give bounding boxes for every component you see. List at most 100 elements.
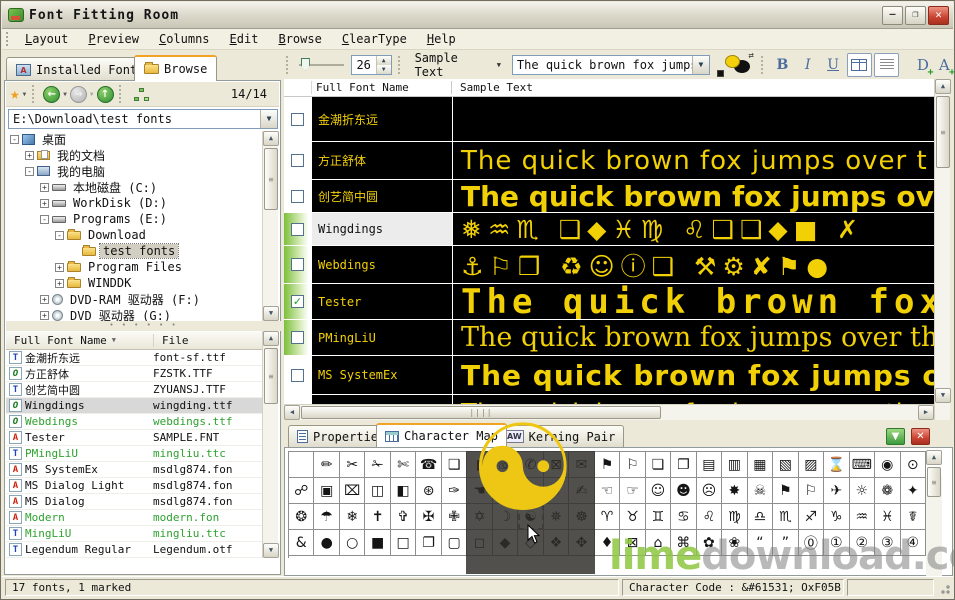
scroll-up-icon[interactable]: ▲ bbox=[935, 79, 951, 94]
tree-item[interactable]: +WINDDK bbox=[6, 275, 262, 291]
up-button[interactable]: ↑ bbox=[97, 86, 114, 103]
scroll-left-icon[interactable]: ◀ bbox=[284, 405, 300, 420]
font-checkbox[interactable] bbox=[291, 223, 304, 236]
favorites-dropdown-icon[interactable]: ▼ bbox=[23, 91, 27, 98]
tree-scrollbar[interactable]: ▲ ▼ bbox=[262, 131, 278, 321]
sample-text-combo[interactable]: The quick brown fox jumps over ▼ bbox=[512, 55, 710, 75]
charmap-cell[interactable]: ⌧ bbox=[340, 478, 365, 504]
preview-row[interactable]: Webdings⚓⚐❒ ♻☺ⓘ❑ ⚒⚙✘⚑● bbox=[284, 246, 934, 283]
charmap-cell[interactable]: ♊ bbox=[646, 504, 671, 530]
collapse-icon[interactable]: - bbox=[55, 231, 64, 240]
close-panel-button[interactable]: ✕ bbox=[911, 428, 930, 445]
charmap-cell[interactable]: ✑ bbox=[442, 478, 467, 504]
charmap-cell[interactable]: ✁ bbox=[365, 452, 390, 478]
charmap-cell[interactable]: ⚐ bbox=[799, 478, 824, 504]
charmap-cell[interactable]: ❄ bbox=[340, 504, 365, 530]
menu-item-columns[interactable]: Columns bbox=[149, 29, 220, 49]
charmap-cell[interactable]: ⓪ bbox=[799, 530, 824, 556]
charmap-cell[interactable]: ✄ bbox=[391, 452, 416, 478]
charmap-cell[interactable]: ⊙ bbox=[901, 452, 926, 478]
maximize-button[interactable]: ❐ bbox=[905, 6, 926, 25]
scroll-up-icon[interactable]: ▲ bbox=[263, 331, 279, 346]
charmap-cell[interactable]: ▢ bbox=[442, 530, 467, 556]
add-sample-button[interactable]: A bbox=[934, 54, 955, 76]
tree-item[interactable]: -我的电脑 bbox=[6, 163, 262, 179]
charmap-scrollbar[interactable]: ▲ ▼ bbox=[926, 476, 942, 583]
combo-arrow-icon[interactable]: ▼ bbox=[692, 56, 709, 74]
charmap-cell[interactable]: ✏ bbox=[314, 452, 339, 478]
preview-column-name[interactable]: Full Font Name bbox=[311, 81, 451, 94]
preview-vscrollbar[interactable]: ▲ ▼ bbox=[934, 79, 950, 420]
charmap-cell[interactable]: ♈ bbox=[595, 504, 620, 530]
charmap-cell[interactable]: ♦ bbox=[595, 530, 620, 556]
tree-item[interactable]: +DVD-RAM 驱动器 (F:) bbox=[6, 291, 262, 307]
font-table-row[interactable]: TPMingLiUmingliu.ttc bbox=[6, 446, 262, 462]
charmap-cell[interactable]: ☼ bbox=[850, 478, 875, 504]
font-checkbox[interactable] bbox=[291, 190, 304, 203]
forward-button[interactable]: → bbox=[70, 86, 87, 103]
scroll-up-icon[interactable]: ▲ bbox=[263, 131, 279, 146]
charmap-cell[interactable]: ✂ bbox=[340, 452, 365, 478]
preview-row[interactable]: Wingdings❅♒♏ ❑◆♓♍ ♌❑❑◆■ ✗ bbox=[284, 213, 934, 245]
charmap-cell[interactable]: ● bbox=[314, 530, 339, 556]
font-table-row[interactable]: O方正舒体FZSTK.TTF bbox=[6, 366, 262, 382]
tab-installed-fonts[interactable]: A Installed Fonts bbox=[6, 57, 154, 81]
scroll-down-icon[interactable]: ▼ bbox=[263, 306, 279, 321]
charmap-cell[interactable]: ♋ bbox=[671, 504, 696, 530]
charmap-cell[interactable]: ☻ bbox=[671, 478, 696, 504]
tab-character-map[interactable]: Character Map bbox=[376, 423, 507, 447]
charmap-cell[interactable]: ▤ bbox=[697, 452, 722, 478]
menu-item-browse[interactable]: Browse bbox=[268, 29, 331, 49]
path-input[interactable]: E:\Download\test fonts bbox=[9, 110, 260, 128]
collapse-icon[interactable]: - bbox=[25, 167, 34, 176]
apply-button[interactable]: ▼ bbox=[886, 428, 905, 445]
tree-item[interactable]: +我的文档 bbox=[6, 147, 262, 163]
expand-icon[interactable]: + bbox=[40, 311, 49, 320]
font-size-slider[interactable] bbox=[299, 58, 344, 72]
charmap-cell[interactable]: ❁ bbox=[875, 478, 900, 504]
charmap-cell[interactable]: ☂ bbox=[314, 504, 339, 530]
preview-row[interactable]: MS Dialog LightThe quick brown fox jumps… bbox=[284, 395, 934, 404]
tree-item[interactable]: test fonts bbox=[6, 243, 262, 259]
charmap-cell[interactable]: ▥ bbox=[722, 452, 747, 478]
font-table-row[interactable]: AModernmodern.fon bbox=[6, 510, 262, 526]
charmap-cell[interactable]: ② bbox=[850, 530, 875, 556]
preview-hscrollbar[interactable]: ◀ |||| ▶ bbox=[284, 404, 934, 420]
tree-item[interactable]: +WorkDisk (D:) bbox=[6, 195, 262, 211]
tree-item[interactable]: +Program Files bbox=[6, 259, 262, 275]
charmap-cell[interactable]: ⌛ bbox=[824, 452, 849, 478]
column-full-font-name[interactable]: Full Font Name bbox=[14, 334, 107, 347]
favorites-button[interactable]: ★ bbox=[10, 84, 20, 104]
charmap-cell[interactable]: ❐ bbox=[671, 452, 696, 478]
charmap-cell[interactable]: ✝ bbox=[365, 504, 390, 530]
font-size-value[interactable]: 26 bbox=[352, 56, 376, 74]
list-view-button[interactable] bbox=[874, 53, 899, 77]
charmap-cell[interactable]: ❂ bbox=[289, 504, 314, 530]
expand-icon[interactable]: + bbox=[40, 199, 49, 208]
scroll-right-icon[interactable]: ▶ bbox=[918, 405, 934, 420]
expand-icon[interactable]: + bbox=[40, 183, 49, 192]
charmap-cell[interactable]: ◫ bbox=[365, 478, 390, 504]
menu-item-preview[interactable]: Preview bbox=[78, 29, 149, 49]
tab-browse[interactable]: Browse bbox=[134, 55, 217, 81]
font-table-row[interactable]: ATesterSAMPLE.FNT bbox=[6, 430, 262, 446]
tree-item[interactable]: -Programs (E:) bbox=[6, 211, 262, 227]
charmap-cell[interactable]: ✸ bbox=[722, 478, 747, 504]
expand-icon[interactable]: + bbox=[55, 263, 64, 272]
sample-text-dropdown[interactable]: Sample Text ▼ bbox=[407, 48, 509, 82]
charmap-cell[interactable]: ♌ bbox=[697, 504, 722, 530]
scroll-thumb[interactable] bbox=[264, 348, 278, 404]
charmap-cell[interactable]: & bbox=[289, 530, 314, 556]
charmap-cell[interactable]: ♏ bbox=[773, 504, 798, 530]
charmap-cell[interactable]: ☠ bbox=[748, 478, 773, 504]
tree-item[interactable]: +DVD 驱动器 (G:) bbox=[6, 307, 262, 321]
preview-column-sample[interactable]: Sample Text bbox=[451, 81, 934, 94]
charmap-cell[interactable]: ○ bbox=[340, 530, 365, 556]
font-checkbox[interactable] bbox=[291, 113, 304, 126]
font-table-row[interactable]: TLegendum RegularLegendum.otf bbox=[6, 542, 262, 558]
charmap-cell[interactable]: ✙ bbox=[442, 504, 467, 530]
spin-up-icon[interactable]: ▲ bbox=[377, 56, 391, 65]
font-checkbox[interactable] bbox=[291, 258, 304, 271]
charmap-cell[interactable]: ⊠ bbox=[620, 530, 645, 556]
charmap-cell[interactable]: ♎ bbox=[748, 504, 773, 530]
